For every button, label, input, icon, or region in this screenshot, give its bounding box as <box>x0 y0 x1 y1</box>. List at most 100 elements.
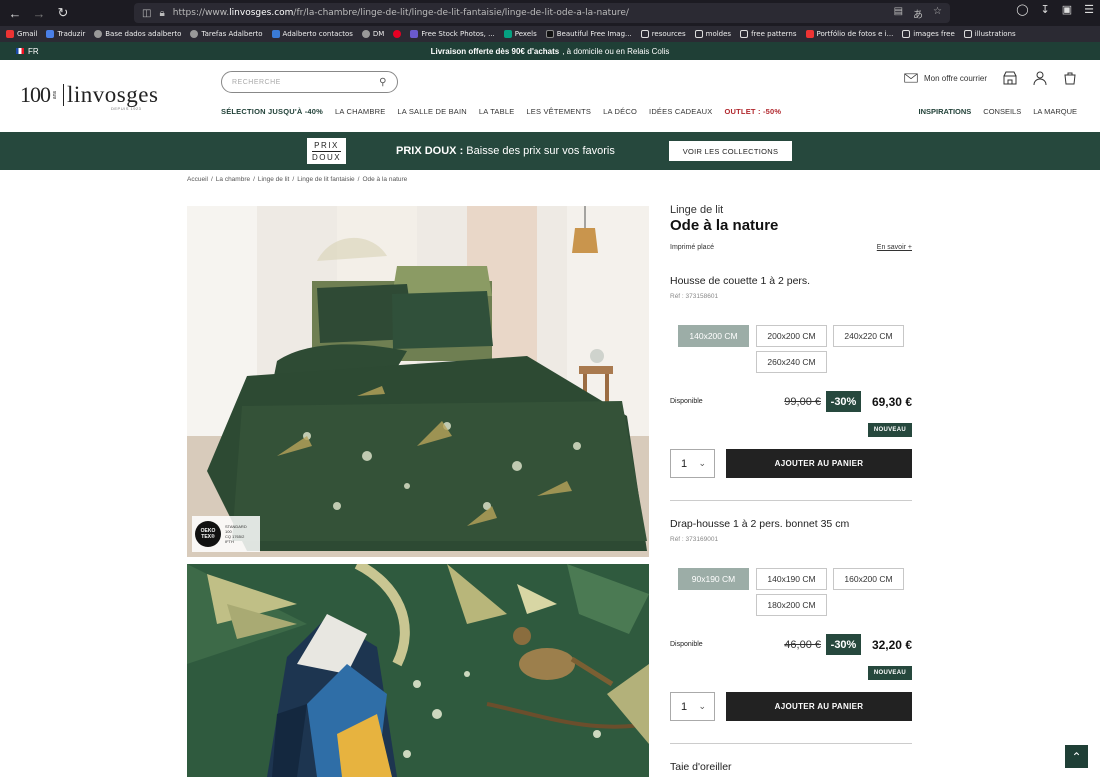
scroll-to-top-button[interactable]: ⌃ <box>1065 745 1088 768</box>
old-price: 46,00 € <box>784 639 821 651</box>
quantity-select[interactable]: 1 ⌄ <box>670 692 715 721</box>
bedroom-photo <box>187 206 649 557</box>
size-option[interactable]: 140x190 CM <box>756 568 827 590</box>
quantity-select[interactable]: 1 ⌄ <box>670 449 715 478</box>
bookmark-beautiful-free[interactable]: Beautiful Free Imag... <box>545 30 632 38</box>
bookmark-tarefas[interactable]: Tarefas Adalberto <box>190 30 263 38</box>
discount-badge: -30% <box>826 634 861 655</box>
nav-inspirations[interactable]: INSPIRATIONS <box>919 107 972 116</box>
bookmark-gmail[interactable]: Gmail <box>6 30 37 38</box>
product-title: Ode à la nature <box>670 217 779 234</box>
size-option[interactable]: 200x200 CM <box>756 325 827 347</box>
reload-icon[interactable]: ↻ <box>52 2 74 24</box>
nav-idees-cadeaux[interactable]: IDÉES CADEAUX <box>649 107 712 116</box>
store-icon[interactable] <box>1003 71 1017 85</box>
bookmark-moldes[interactable]: moldes <box>694 30 731 38</box>
menu-icon[interactable]: ☰ <box>1084 3 1094 16</box>
url-host: linvosges.com <box>229 8 294 18</box>
size-option[interactable]: 240x220 CM <box>833 325 904 347</box>
nav-outlet[interactable]: OUTLET : -50% <box>724 107 781 116</box>
account-icon[interactable] <box>1033 71 1047 85</box>
forward-icon[interactable]: → <box>28 2 50 24</box>
voir-collections-button[interactable]: VOIR LES COLLECTIONS <box>669 141 792 161</box>
logo-ans: ans <box>52 90 58 100</box>
nav-vetements[interactable]: LES VÊTEMENTS <box>526 107 591 116</box>
logo-brand: linvosges <box>67 82 159 107</box>
price-row: Disponible 99,00 € -30% 69,30 € <box>670 391 912 413</box>
bookmark-dm[interactable]: DM <box>361 30 384 38</box>
search-icon[interactable]: ⚲ <box>379 77 387 88</box>
size-option[interactable]: 160x200 CM <box>833 568 904 590</box>
item-title: Taie d'oreiller <box>670 761 732 773</box>
item-ref: Réf : 373169001 <box>670 536 719 543</box>
pocket-icon[interactable]: ◯ <box>1016 3 1028 16</box>
pinterest-icon <box>393 30 402 38</box>
search-placeholder: RECHERCHE <box>232 78 281 86</box>
search-input[interactable]: RECHERCHE ⚲ <box>221 71 398 93</box>
url-path: /fr/la-chambre/linge-de-lit/linge-de-lit… <box>293 8 629 18</box>
lock-icon[interactable]: 🔒︎ <box>159 8 164 19</box>
prix-doux-logo: PRIX DOUX <box>307 138 346 164</box>
download-icon[interactable]: ↧ <box>1041 3 1050 16</box>
breadcrumb-accueil[interactable]: Accueil <box>187 176 208 183</box>
product-category: Linge de lit <box>670 204 724 216</box>
size-option[interactable]: 180x200 CM <box>756 594 827 616</box>
nav-la-marque[interactable]: LA MARQUE <box>1033 107 1077 116</box>
reader-view-icon[interactable]: ▤ <box>894 6 903 21</box>
nav-deco[interactable]: LA DÉCO <box>603 107 637 116</box>
new-badge: NOUVEAU <box>867 666 912 680</box>
breadcrumb-separator: / <box>292 176 295 183</box>
breadcrumb-fantaisie[interactable]: Linge de lit fantaisie <box>297 176 354 183</box>
old-price: 99,00 € <box>784 396 821 408</box>
folder-icon <box>640 30 649 38</box>
bookmark-star-icon[interactable]: ☆ <box>933 6 942 21</box>
shield-icon[interactable]: ◫ <box>142 8 151 19</box>
add-to-cart-button[interactable]: AJOUTER AU PANIER <box>726 449 912 478</box>
learn-more-link[interactable]: En savoir + <box>877 244 912 251</box>
bookmark-free-patterns[interactable]: free patterns <box>740 30 797 38</box>
bookmark-images-free[interactable]: images free <box>902 30 955 38</box>
browser-actions: ◯ ↧ ▣ ☰ <box>1016 3 1094 16</box>
bookmark-resources[interactable]: resources <box>640 30 686 38</box>
bookmark-contactos[interactable]: Adalberto contactos <box>271 30 353 38</box>
bookmark-pinterest[interactable] <box>393 30 402 38</box>
globe-icon <box>361 30 370 38</box>
bookmark-free-stock[interactable]: Free Stock Photos, ... <box>410 30 495 38</box>
site-logo[interactable]: 100 ans linvosges <box>20 82 158 108</box>
nav-salle-de-bain[interactable]: LA SALLE DE BAIN <box>397 107 466 116</box>
bookmark-illustrations[interactable]: illustrations <box>963 30 1016 38</box>
current-price: 69,30 € <box>871 395 912 409</box>
newsletter-link[interactable]: Mon offre courrier <box>904 71 987 85</box>
bookmark-portfolio[interactable]: Portfólio de fotos e i... <box>805 30 893 38</box>
bookmark-traduzir[interactable]: Traduzir <box>46 30 85 38</box>
adobe-icon <box>805 30 814 38</box>
availability: Disponible <box>670 398 703 405</box>
discount-badge: -30% <box>826 391 861 412</box>
cart-icon[interactable] <box>1063 71 1077 85</box>
oeko-tex-logo: OEKO TEX® <box>195 521 221 547</box>
product-image-detail[interactable] <box>187 564 649 777</box>
breadcrumb-linge-de-lit[interactable]: Linge de lit <box>258 176 289 183</box>
breadcrumb-la-chambre[interactable]: La chambre <box>216 176 250 183</box>
product-image-bedroom[interactable]: OEKO TEX® STANDARD 100 CQ 1765/2 IFTH <box>187 206 649 557</box>
bookmark-pexels[interactable]: Pexels <box>503 30 537 38</box>
size-option[interactable]: 90x190 CM <box>678 568 749 590</box>
url-prefix: https://www. <box>172 8 230 18</box>
chevron-up-icon: ⌃ <box>1071 749 1082 764</box>
nav-conseils[interactable]: CONSEILS <box>983 107 1021 116</box>
breadcrumb-current: Ode à la nature <box>362 176 408 183</box>
address-bar[interactable]: ◫ 🔒︎ https://www. linvosges.com/fr/la-cha… <box>134 3 950 23</box>
nav-la-chambre[interactable]: LA CHAMBRE <box>335 107 385 116</box>
nav-selection[interactable]: SÉLECTION JUSQU'À -40% <box>221 107 323 116</box>
main-navigation: SÉLECTION JUSQU'À -40% LA CHAMBRE LA SAL… <box>221 107 781 116</box>
language-selector[interactable]: FR <box>28 47 39 56</box>
chevron-down-icon: ⌄ <box>698 701 706 711</box>
size-option[interactable]: 260x240 CM <box>756 351 827 373</box>
back-icon[interactable]: ← <box>4 2 26 24</box>
bookmark-base-dados[interactable]: Base dados adalberto <box>94 30 181 38</box>
extensions-icon[interactable]: ▣ <box>1062 3 1072 16</box>
add-to-cart-button[interactable]: AJOUTER AU PANIER <box>726 692 912 721</box>
nav-la-table[interactable]: LA TABLE <box>479 107 515 116</box>
size-option[interactable]: 140x200 CM <box>678 325 749 347</box>
translate-icon[interactable]: あ <box>913 6 923 21</box>
